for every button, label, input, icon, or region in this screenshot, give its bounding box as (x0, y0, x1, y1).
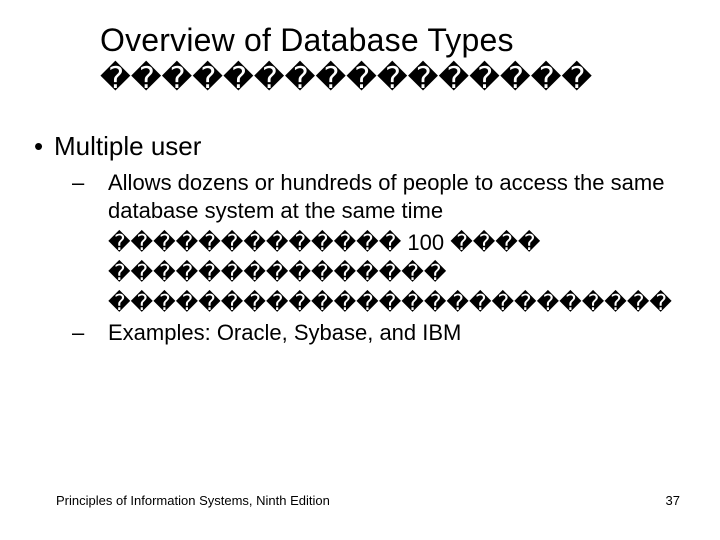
bullet-dot-icon: • (34, 130, 54, 163)
slide-title-block: Overview of Database Types �������������… (100, 22, 700, 96)
bullet-level1-text: Multiple user (54, 131, 201, 161)
bullet-level2-extra: ������������������������� (90, 289, 710, 317)
bullet-level2: –Examples: Oracle, Sybase, and IBM (90, 319, 710, 347)
sub-bullet-list: –Allows dozens or hundreds of people to … (90, 169, 710, 348)
slide-title: Overview of Database Types (100, 22, 700, 59)
slide-title-sub: ���������������� (100, 61, 700, 96)
slide-body: •Multiple user –Allows dozens or hundred… (34, 130, 710, 351)
footer-page-number: 37 (666, 493, 680, 508)
bullet-level2-text: Allows dozens or hundreds of people to a… (108, 170, 664, 223)
footer-source: Principles of Information Systems, Ninth… (56, 493, 330, 508)
bullet-level2: –Allows dozens or hundreds of people to … (90, 169, 710, 225)
bullet-level2-extra: ��������������� (90, 259, 710, 287)
slide: Overview of Database Types �������������… (0, 0, 720, 540)
bullet-dash-icon: – (90, 169, 108, 197)
bullet-level2-text: Examples: Oracle, Sybase, and IBM (108, 320, 461, 345)
bullet-level1: •Multiple user (34, 130, 710, 163)
bullet-level2-extra: ������������� 100 ���� (90, 229, 710, 257)
bullet-dash-icon: – (90, 319, 108, 347)
